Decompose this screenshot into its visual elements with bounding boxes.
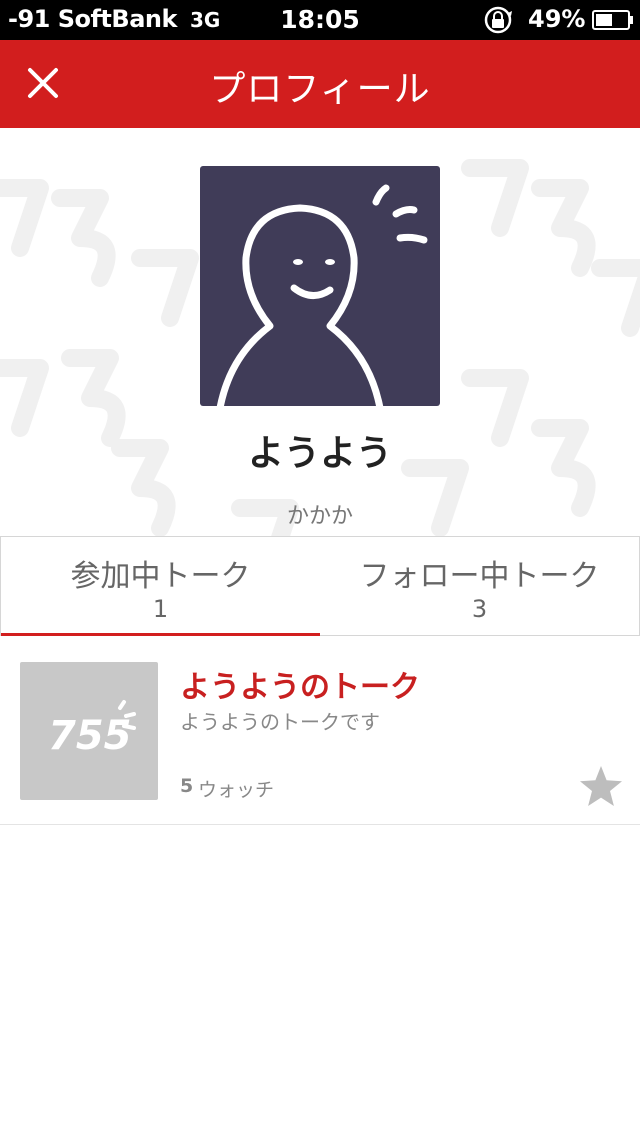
rotation-lock-icon: [484, 6, 512, 34]
active-tab-indicator: [1, 633, 320, 636]
tab-label: 参加中トーク: [70, 559, 251, 594]
character-illustration: [216, 184, 428, 406]
star-icon: [580, 766, 622, 806]
profile-tabs: 参加中トーク 1 フォロー中トーク 3: [0, 536, 640, 636]
profile-username: ようよう: [247, 433, 392, 474]
battery-percent: 49%: [528, 5, 586, 33]
watch-count: 5: [180, 775, 194, 797]
tab-label: フォロー中トーク: [359, 559, 600, 594]
watch-label: ウォッチ: [198, 779, 275, 801]
talk-title: ようようのトーク: [180, 670, 420, 705]
755-logo: 755: [48, 700, 136, 759]
battery-icon: [592, 10, 633, 30]
profile-user-id: かかか: [286, 504, 353, 529]
list-item[interactable]: 755 ようようのトーク ようようのトークです 5 ウォッチ: [0, 640, 640, 825]
tab-count: 3: [471, 595, 488, 623]
favorite-button[interactable]: [578, 764, 624, 810]
profile-header: ようよう かかか: [0, 128, 640, 536]
page-title: プロフィール: [209, 69, 431, 110]
talk-thumbnail: 755: [20, 662, 158, 800]
nav-bar: プロフィール: [0, 40, 640, 128]
svg-text:755: 755: [48, 713, 132, 759]
tab-following-talks[interactable]: フォロー中トーク 3: [320, 537, 639, 635]
tab-count: 1: [152, 595, 169, 623]
tab-joined-talks[interactable]: 参加中トーク 1: [1, 537, 320, 636]
avatar[interactable]: [200, 166, 440, 406]
status-bar: -91 SoftBank 3G 18:05 49%: [0, 0, 640, 40]
talk-description: ようようのトークです: [180, 710, 380, 734]
